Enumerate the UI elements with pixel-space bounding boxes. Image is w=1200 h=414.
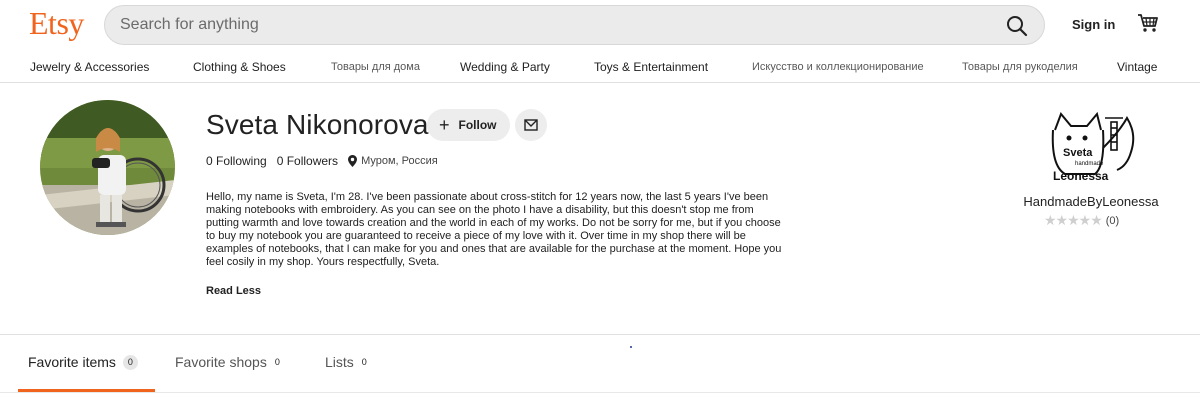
read-less-link[interactable]: Read Less — [206, 285, 261, 297]
section-divider — [0, 334, 1200, 335]
profile-name: Sveta Nikonorova — [206, 109, 429, 140]
tab-favorite-shops[interactable]: Favorite shops 0 — [175, 354, 280, 370]
tab-count-badge: 0 — [361, 357, 367, 367]
profile-stats: 0 Following 0 Followers Муром, Россия — [206, 154, 438, 168]
rating-stars: ★★★★★ — [1044, 212, 1103, 228]
tabs-bottom-border — [0, 392, 1200, 393]
location-text: Муром, Россия — [361, 155, 438, 167]
search-bar — [104, 5, 1045, 45]
rating-count: (0) — [1105, 214, 1120, 227]
tab-count-badge: 0 — [122, 354, 138, 370]
category-nav: Jewelry & Accessories Clothing & Shoes Т… — [0, 56, 1200, 83]
tab-label: Lists — [325, 354, 354, 370]
category-craft[interactable]: Товары для рукоделия — [962, 61, 1078, 73]
site-header: Etsy Sign in — [0, 0, 1200, 50]
category-jewelry[interactable]: Jewelry & Accessories — [30, 60, 149, 74]
tab-count-badge: 0 — [274, 357, 280, 367]
profile-bio: Hello, my name is Sveta, I'm 28. I've be… — [206, 191, 782, 268]
shop-logo-text-2: handmade — [1075, 161, 1104, 167]
tab-lists[interactable]: Lists 0 — [325, 354, 367, 370]
search-input[interactable] — [120, 6, 980, 44]
follow-button[interactable]: + Follow — [427, 109, 510, 141]
following-count[interactable]: 0 Following — [206, 154, 267, 168]
category-clothing[interactable]: Clothing & Shoes — [193, 60, 286, 74]
shop-name[interactable]: HandmadeByLeonessa — [1016, 194, 1166, 209]
tab-label: Favorite shops — [175, 354, 267, 370]
category-home[interactable]: Товары для дома — [331, 61, 420, 73]
message-button[interactable] — [515, 109, 547, 141]
decorative-dot — [630, 346, 632, 348]
cart-icon[interactable] — [1137, 12, 1159, 34]
plus-icon: + — [439, 115, 450, 135]
category-wedding[interactable]: Wedding & Party — [460, 60, 550, 74]
location-pin-icon — [348, 155, 358, 167]
category-vintage[interactable]: Vintage — [1117, 60, 1157, 74]
category-art[interactable]: Искусство и коллекционирование — [752, 61, 924, 73]
etsy-logo[interactable]: Etsy — [29, 5, 84, 42]
tab-favorite-items[interactable]: Favorite items 0 — [28, 354, 138, 370]
category-toys[interactable]: Toys & Entertainment — [594, 60, 708, 74]
sign-in-link[interactable]: Sign in — [1072, 17, 1115, 32]
shop-rating: ★★★★★ (0) — [1044, 212, 1119, 229]
search-icon[interactable] — [1006, 15, 1028, 37]
shop-logo-text-3: Leonessa — [1053, 169, 1109, 183]
shop-logo[interactable]: Sveta handmade Leonessa — [1045, 108, 1140, 190]
shop-logo-text-1: Sveta — [1063, 147, 1093, 159]
followers-count[interactable]: 0 Followers — [277, 154, 338, 168]
profile-avatar — [40, 100, 175, 235]
envelope-icon — [524, 119, 538, 131]
tab-label: Favorite items — [28, 354, 116, 370]
follow-label: Follow — [458, 118, 497, 132]
